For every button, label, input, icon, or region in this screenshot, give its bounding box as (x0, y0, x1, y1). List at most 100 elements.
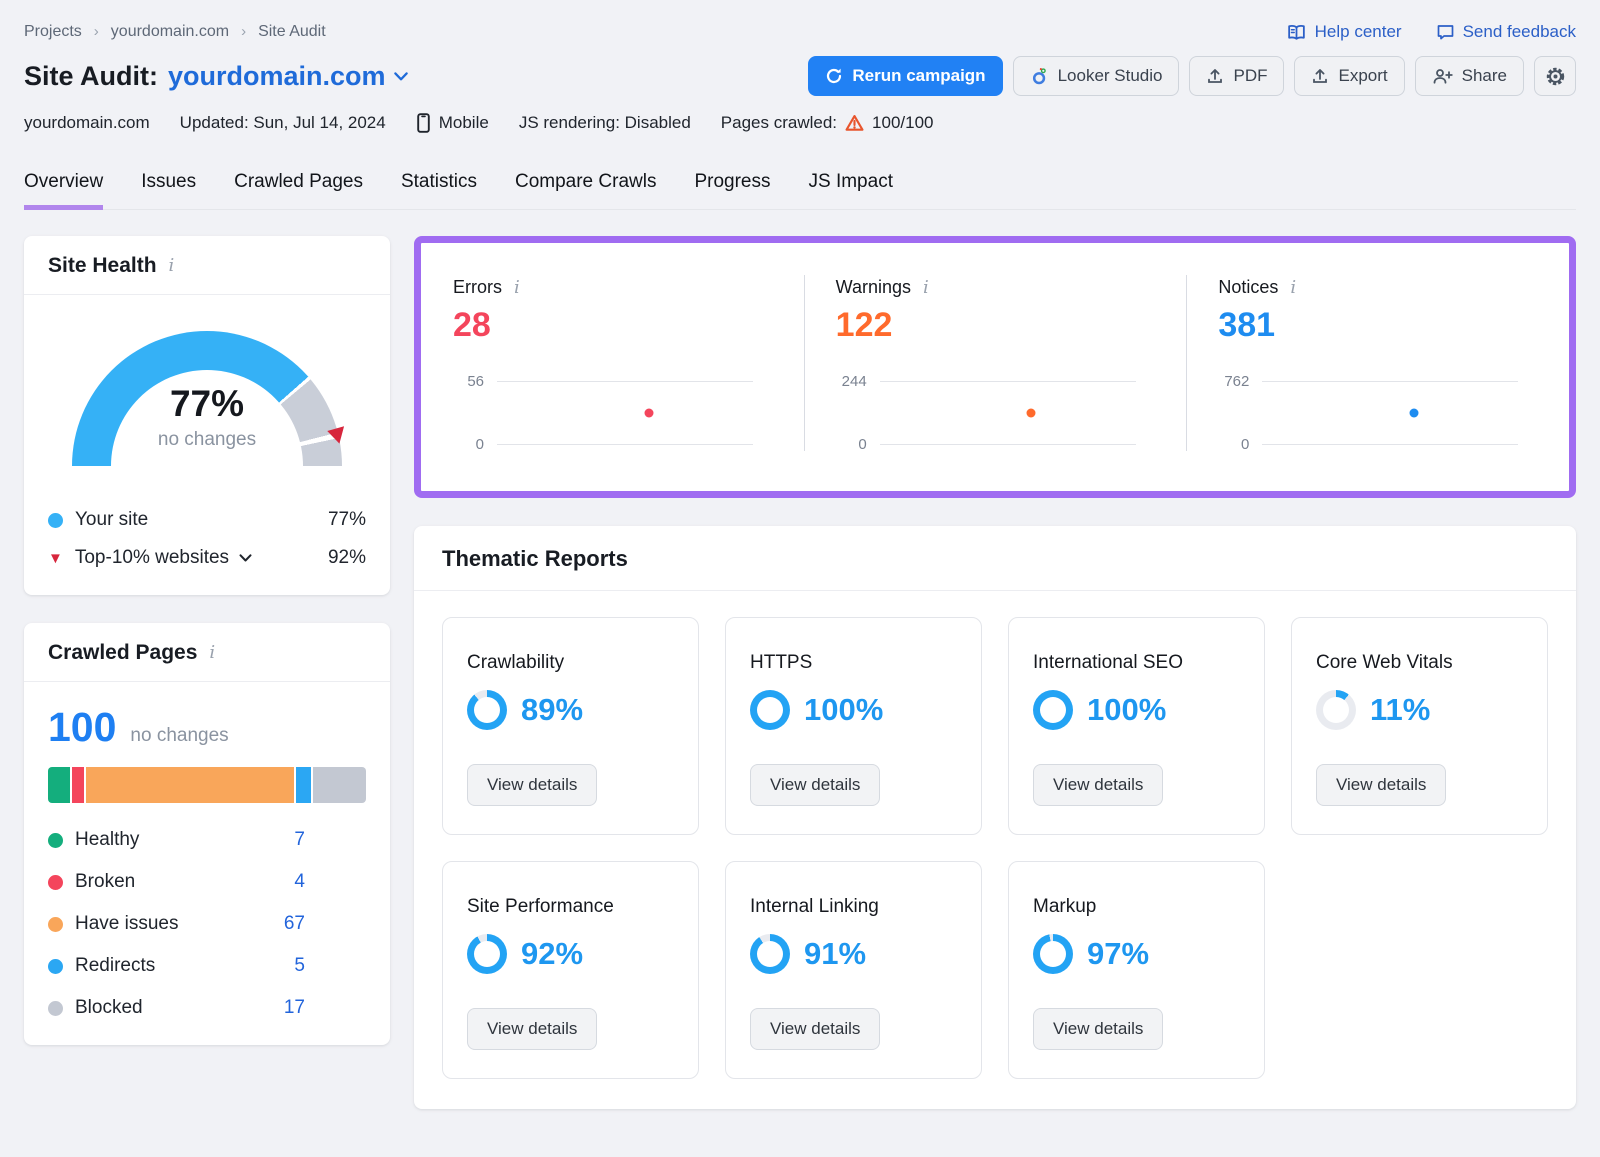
notices-trend-chart: 762 0 (1218, 373, 1518, 453)
tab-issues[interactable]: Issues (141, 171, 196, 209)
axis-label-bottom: 0 (1218, 436, 1262, 453)
report-percent: 92% (521, 936, 583, 972)
info-icon[interactable]: i (921, 279, 931, 297)
looker-studio-button[interactable]: Looker Studio (1013, 56, 1180, 96)
progress-ring-icon (1033, 690, 1073, 730)
settings-button[interactable] (1534, 56, 1576, 96)
notices-label: Notices (1218, 277, 1278, 298)
errors-section: Errors i 28 56 0 (421, 277, 804, 453)
looker-studio-icon (1030, 67, 1049, 86)
legend-row-healthy: Healthy 7 (48, 829, 366, 851)
tab-crawled-pages[interactable]: Crawled Pages (234, 171, 363, 209)
view-details-button[interactable]: View details (1033, 1008, 1163, 1050)
report-card-internal-linking: Internal Linking 91% View details (725, 861, 982, 1079)
chevron-down-icon[interactable] (239, 554, 252, 562)
view-details-button[interactable]: View details (1033, 764, 1163, 806)
info-icon[interactable]: i (207, 644, 217, 662)
tab-compare-crawls[interactable]: Compare Crawls (515, 171, 656, 209)
bar-segment-healthy[interactable] (48, 767, 70, 803)
report-percent: 100% (804, 692, 883, 728)
help-center-link[interactable]: Help center (1286, 22, 1402, 42)
gear-icon (1545, 66, 1566, 87)
report-title: Crawlability (467, 652, 674, 674)
report-title: Site Performance (467, 896, 674, 918)
report-percent: 89% (521, 692, 583, 728)
report-card-https: HTTPS 100% View details (725, 617, 982, 835)
errors-label: Errors (453, 277, 502, 298)
crawled-pages-total: 100 (48, 704, 116, 751)
pdf-button[interactable]: PDF (1189, 56, 1284, 96)
tab-progress[interactable]: Progress (694, 171, 770, 209)
view-details-button[interactable]: View details (1316, 764, 1446, 806)
bar-segment-redirects[interactable] (296, 767, 312, 803)
send-feedback-link[interactable]: Send feedback (1436, 22, 1576, 42)
broken-label: Broken (75, 871, 225, 893)
legend-row-have-issues: Have issues 67 (48, 913, 366, 935)
crawled-pages-title: Crawled Pages (48, 641, 197, 665)
share-button[interactable]: Share (1415, 56, 1524, 96)
mobile-phone-icon (416, 113, 431, 133)
pages-crawled-value: 100/100 (872, 113, 933, 133)
bar-segment-blocked[interactable] (313, 767, 366, 803)
tab-statistics[interactable]: Statistics (401, 171, 477, 209)
blocked-count[interactable]: 17 (237, 997, 305, 1019)
legend-top10-websites: ▼ Top-10% websites 92% (48, 547, 366, 569)
meta-js-rendering: JS rendering: Disabled (519, 113, 691, 133)
view-details-button[interactable]: View details (467, 1008, 597, 1050)
legend-row-redirects: Redirects 5 (48, 955, 366, 977)
tab-js-impact[interactable]: JS Impact (809, 171, 893, 209)
warnings-value[interactable]: 122 (836, 306, 1187, 345)
thematic-reports-card: Thematic Reports Crawlability 89% View d… (414, 526, 1576, 1109)
export-button[interactable]: Export (1294, 56, 1404, 96)
bar-segment-have-issues[interactable] (86, 767, 294, 803)
pages-crawled-label: Pages crawled: (721, 113, 837, 133)
info-icon[interactable]: i (167, 257, 177, 275)
healthy-dot-icon (48, 833, 63, 848)
warnings-data-point[interactable] (1027, 409, 1036, 418)
axis-label-bottom: 0 (836, 436, 880, 453)
view-details-button[interactable]: View details (750, 764, 880, 806)
send-feedback-label: Send feedback (1463, 22, 1576, 42)
site-health-gauge: 77% no changes (72, 331, 342, 471)
redirects-count[interactable]: 5 (237, 955, 305, 977)
have-issues-count[interactable]: 67 (237, 913, 305, 935)
notices-data-point[interactable] (1409, 409, 1418, 418)
breadcrumb-domain[interactable]: yourdomain.com (111, 23, 229, 41)
legend-row-broken: Broken 4 (48, 871, 366, 893)
crawled-pages-stacked-bar (48, 767, 366, 803)
info-icon[interactable]: i (1288, 279, 1298, 297)
have-issues-label: Have issues (75, 913, 225, 935)
have-issues-dot-icon (48, 917, 63, 932)
info-icon[interactable]: i (512, 279, 522, 297)
axis-label-top: 56 (453, 373, 497, 390)
meta-device: Mobile (416, 113, 489, 133)
chat-bubble-icon (1436, 24, 1455, 41)
view-details-button[interactable]: View details (750, 1008, 880, 1050)
breadcrumb-projects[interactable]: Projects (24, 23, 82, 41)
top10-label: Top-10% websites (75, 547, 229, 569)
notices-section: Notices i 381 762 0 (1186, 277, 1569, 453)
your-site-label: Your site (75, 509, 148, 531)
rerun-campaign-label: Rerun campaign (852, 66, 985, 86)
errors-value[interactable]: 28 (453, 306, 804, 345)
campaign-selector[interactable]: yourdomain.com (168, 61, 408, 92)
progress-ring-icon (467, 690, 507, 730)
breadcrumb-separator-icon: › (94, 23, 99, 40)
healthy-count[interactable]: 7 (237, 829, 305, 851)
view-details-button[interactable]: View details (467, 764, 597, 806)
site-health-title: Site Health (48, 254, 157, 278)
meta-updated: Updated: Sun, Jul 14, 2024 (180, 113, 386, 133)
meta-pages-crawled: Pages crawled: 100/100 (721, 113, 934, 133)
warnings-trend-chart: 244 0 (836, 373, 1136, 453)
notices-value[interactable]: 381 (1218, 306, 1569, 345)
meta-device-label: Mobile (439, 113, 489, 133)
axis-label-top: 762 (1218, 373, 1262, 390)
bar-segment-broken[interactable] (72, 767, 84, 803)
errors-data-point[interactable] (644, 409, 653, 418)
legend-your-site: Your site 77% (48, 509, 366, 531)
broken-count[interactable]: 4 (237, 871, 305, 893)
tab-overview[interactable]: Overview (24, 171, 103, 209)
progress-ring-icon (1316, 690, 1356, 730)
rerun-campaign-button[interactable]: Rerun campaign (808, 56, 1002, 96)
breadcrumb-separator-icon: › (241, 23, 246, 40)
